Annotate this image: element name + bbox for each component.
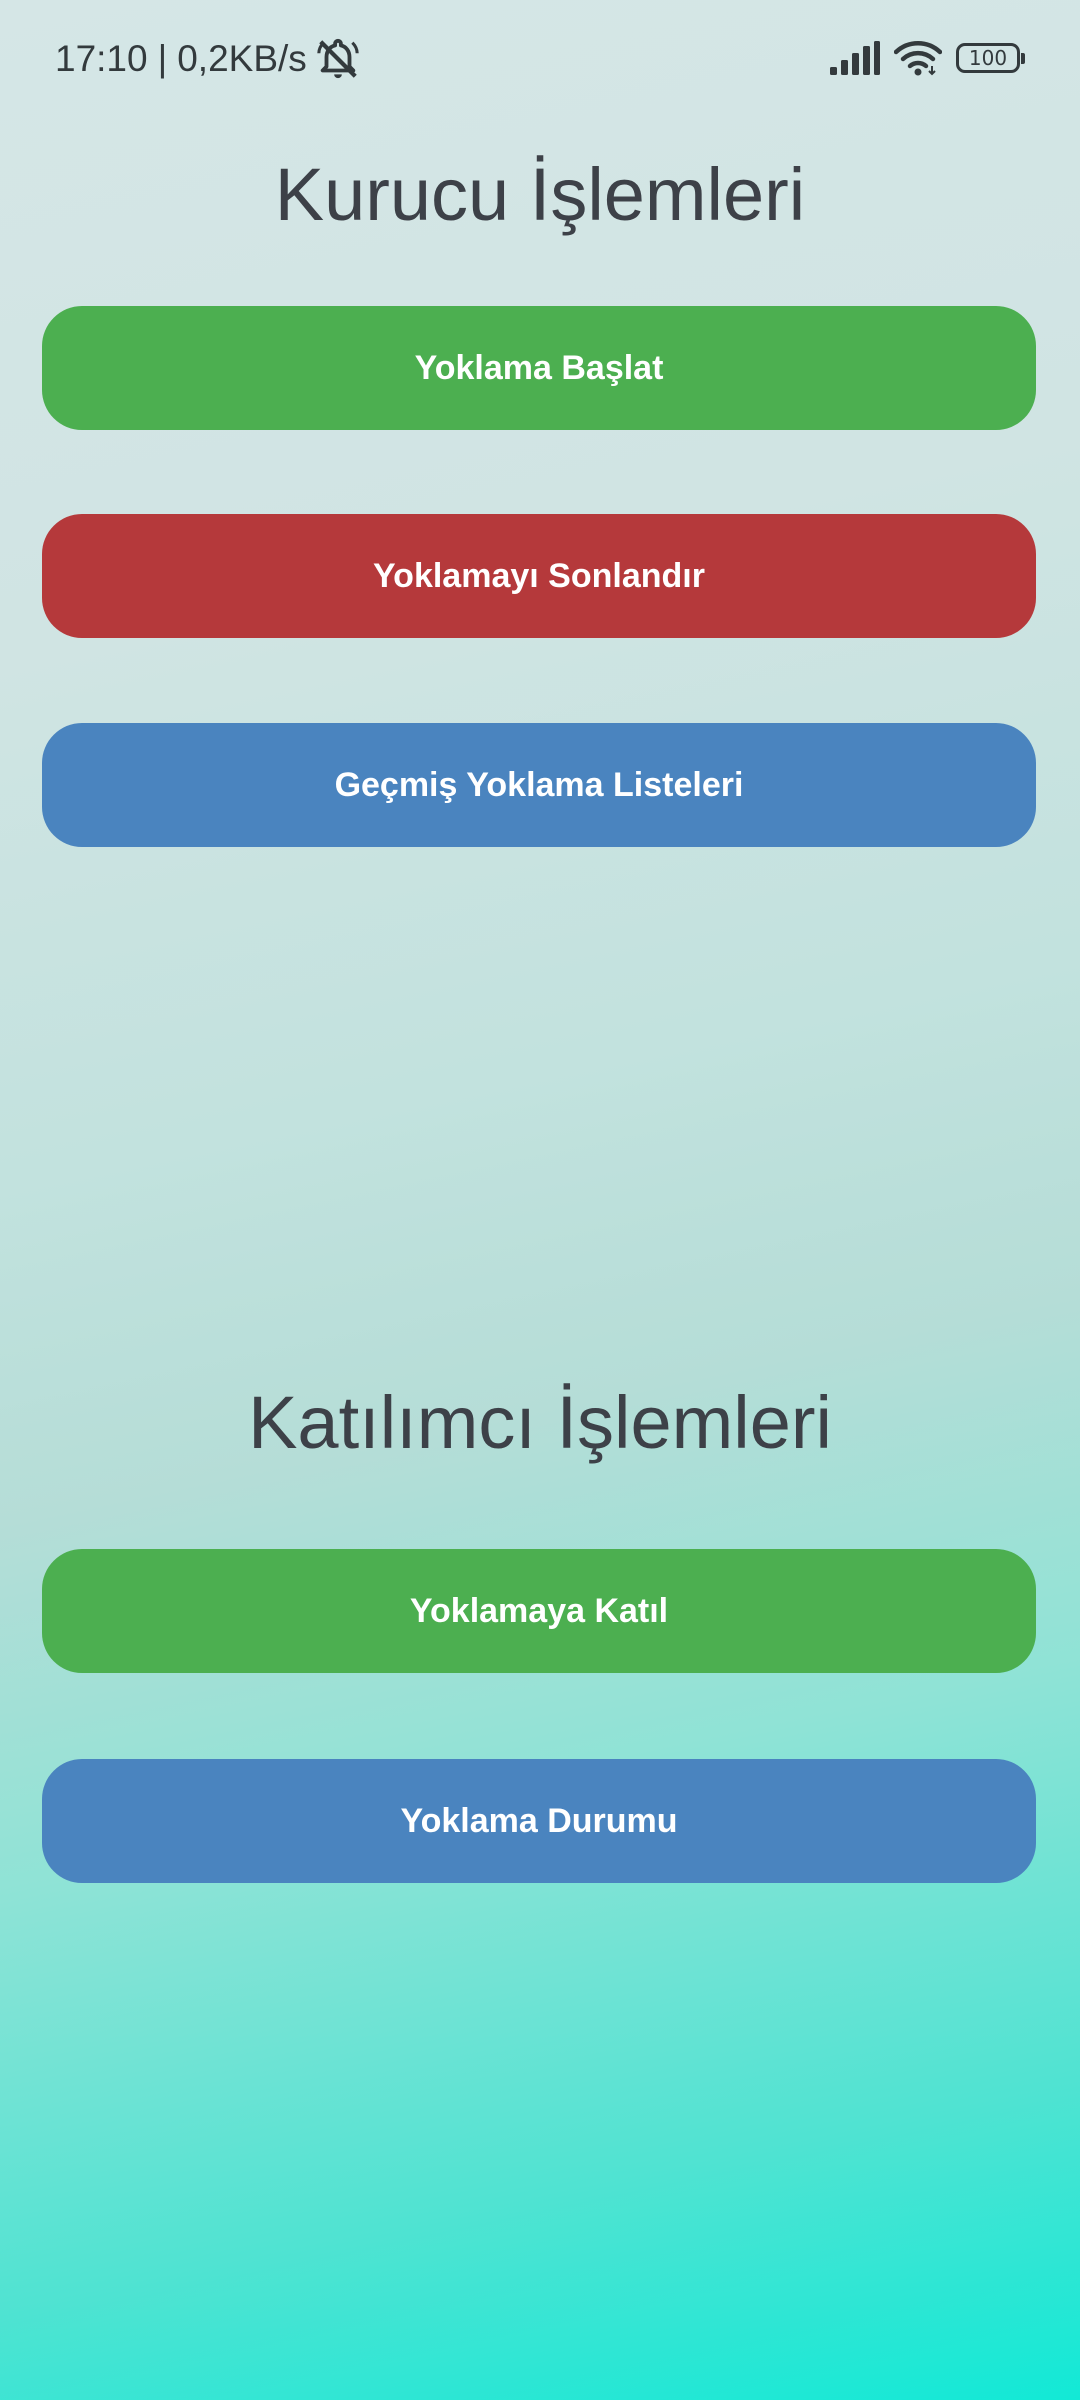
past-attendance-lists-button[interactable]: Geçmiş Yoklama Listeleri: [42, 723, 1036, 847]
start-attendance-button[interactable]: Yoklama Başlat: [42, 306, 1036, 430]
status-separator: |: [157, 38, 168, 79]
attendance-status-button[interactable]: Yoklama Durumu: [42, 1759, 1036, 1883]
status-time: 17:10: [55, 38, 148, 79]
battery-level: 100: [968, 46, 1008, 70]
network-speed: 0,2KB/s: [177, 38, 307, 79]
status-bar: 17:10 | 0,2KB/s 100: [0, 0, 1080, 120]
end-attendance-button[interactable]: Yoklamayı Sonlandır: [42, 514, 1036, 638]
participant-section-title: Katılımcı İşlemleri: [248, 1381, 832, 1464]
wifi-icon: [894, 41, 942, 76]
founder-section-title: Kurucu İşlemleri: [274, 153, 806, 236]
battery-icon: 100: [956, 43, 1025, 73]
status-left: 17:10 | 0,2KB/s: [55, 36, 361, 82]
bell-off-icon: [317, 38, 359, 79]
status-right: 100: [830, 40, 1025, 76]
join-attendance-button[interactable]: Yoklamaya Katıl: [42, 1549, 1036, 1673]
signal-icon: [830, 41, 880, 75]
